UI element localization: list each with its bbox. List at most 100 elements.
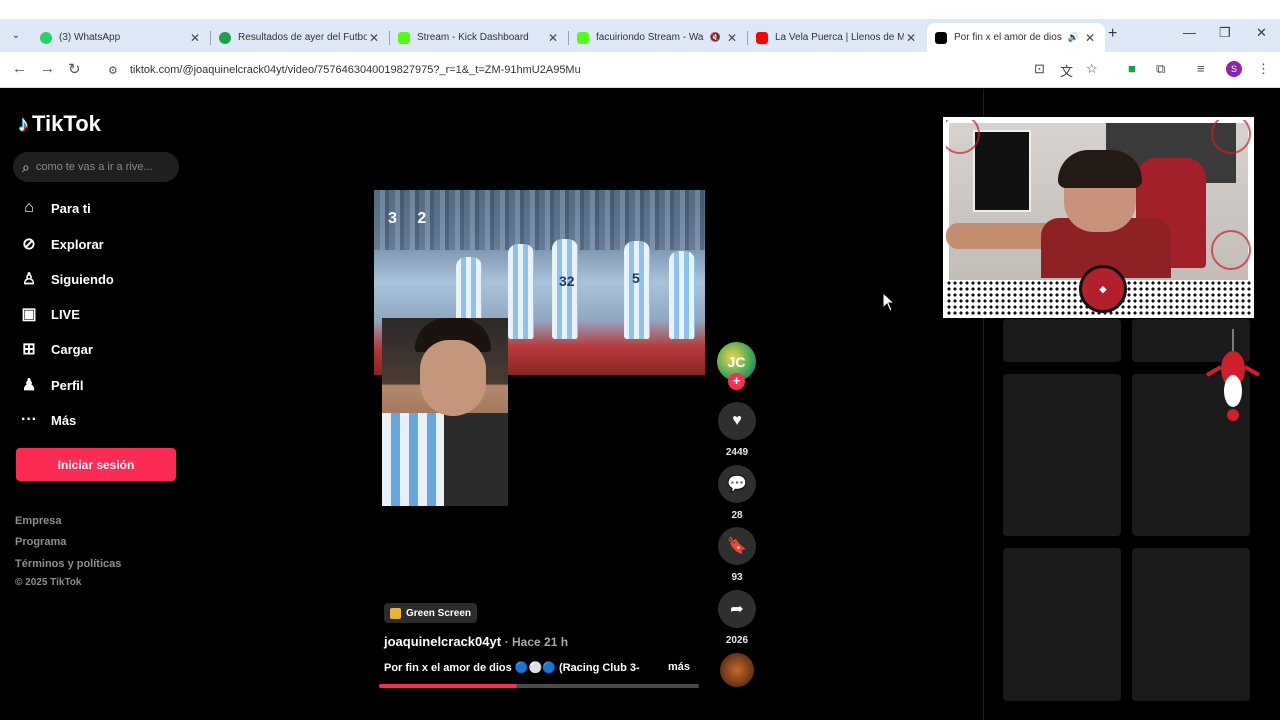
login-button[interactable]: Iniciar sesión <box>16 448 176 481</box>
forward-icon[interactable]: → <box>40 60 55 77</box>
tab-tiktok-active[interactable]: Por fin x el amor de dios 🔊 ✕ <box>927 23 1105 52</box>
tiktok-logo[interactable]: ♪ TikTok <box>18 111 101 137</box>
video-progress-bar[interactable] <box>379 684 699 688</box>
tab-title: Resultados de ayer del Futbol <box>238 32 367 43</box>
speaker-icon[interactable]: 🔊 <box>1068 32 1079 43</box>
address-bar-row: ← → ↻ ⚙ tiktok.com/@joaquinelcrack04yt/v… <box>0 52 1280 88</box>
new-tab-icon[interactable]: + <box>1108 25 1117 43</box>
site-settings-icon[interactable]: ⚙ <box>108 64 118 77</box>
tab-whatsapp[interactable]: (3) WhatsApp ✕ <box>32 23 210 52</box>
effect-badge[interactable]: Green Screen <box>384 603 478 623</box>
share-count: 2026 <box>725 635 749 646</box>
progress-fill <box>379 684 517 688</box>
search-input[interactable] <box>35 161 166 173</box>
close-tab-icon[interactable]: ✕ <box>1083 31 1097 45</box>
sidebar-item-live[interactable]: ▣ LIVE <box>19 302 79 326</box>
sidebar-item-cargar[interactable]: ⊞ Cargar <box>19 337 93 361</box>
player-figure <box>624 241 650 339</box>
grid-card[interactable] <box>1003 319 1121 362</box>
close-tab-icon[interactable]: ✕ <box>188 31 202 45</box>
tab-youtube[interactable]: La Vela Puerca | Llenos de M ✕ <box>748 23 926 52</box>
profile-avatar[interactable]: S <box>1226 61 1242 77</box>
footer-link-empresa[interactable]: Empresa <box>15 515 61 527</box>
tab-search-chevron-icon[interactable]: ⌄ <box>6 27 26 45</box>
tab-bar: ⌄ (3) WhatsApp ✕ Resultados de ayer del … <box>0 19 1280 52</box>
heart-icon[interactable]: ♥ <box>718 402 756 440</box>
sidebar-item-label: Para ti <box>51 200 91 216</box>
grid-card[interactable] <box>1003 548 1121 701</box>
extensions-puzzle-icon[interactable]: ⧉ <box>1156 61 1165 77</box>
minimize-icon[interactable]: — <box>1183 25 1196 40</box>
effect-label: Green Screen <box>406 607 472 619</box>
close-tab-icon[interactable]: ✕ <box>546 31 560 45</box>
spiderman-poster <box>973 130 1031 212</box>
comment-action[interactable]: 💬 28 <box>717 465 757 521</box>
tab-kick-stream[interactable]: facuiriondo Stream - Wa 🔇 ✕ <box>569 23 747 52</box>
score-right: 2 <box>417 210 427 227</box>
translate-icon[interactable]: 文 <box>1060 61 1073 80</box>
home-icon: ⌂ <box>24 199 34 216</box>
footer-link-terminos[interactable]: Términos y políticas <box>15 558 121 570</box>
sidebar-item-perfil[interactable]: ♟ Perfil <box>19 373 84 397</box>
spider-web-icon <box>1211 230 1251 270</box>
upload-icon: ⊞ <box>22 341 36 358</box>
scoreboard: 3 2 <box>388 210 426 228</box>
grid-card[interactable] <box>1003 374 1121 536</box>
following-icon: ♙ <box>21 271 37 288</box>
footer-link-programa[interactable]: Programa <box>15 536 66 548</box>
install-app-icon[interactable]: ⊡ <box>1034 61 1045 77</box>
sound-disc-icon[interactable] <box>720 653 754 687</box>
player-figure <box>669 251 695 339</box>
sidebar-item-para-ti[interactable]: ⌂ Para ti <box>19 196 91 220</box>
author-name[interactable]: joaquinelcrack04yt <box>384 634 501 649</box>
more-icon: ··· <box>21 411 37 428</box>
sidebar-item-explorar[interactable]: ⊘ Explorar <box>19 232 104 256</box>
more-link[interactable]: más <box>668 661 690 673</box>
reload-icon[interactable]: ↻ <box>68 60 81 78</box>
sidebar-item-mas[interactable]: ··· Más <box>19 408 76 432</box>
share-arrow-icon[interactable]: ➦ <box>718 590 756 628</box>
bookmark-icon[interactable]: 🔖 <box>718 527 756 565</box>
tiktok-icon <box>935 31 947 44</box>
close-tab-icon[interactable]: ✕ <box>367 31 381 45</box>
score-left: 3 <box>388 210 397 227</box>
tab-resultados[interactable]: Resultados de ayer del Futbol ✕ <box>211 23 389 52</box>
video-description: Por fin x el amor de dios 🔵⚪🔵 (Racing Cl… <box>384 662 640 674</box>
menu-kebab-icon[interactable]: ⋮ <box>1257 61 1270 77</box>
bookmark-star-icon[interactable]: ☆ <box>1086 61 1098 77</box>
url-field[interactable]: ⚙ tiktok.com/@joaquinelcrack04yt/video/7… <box>96 57 1024 83</box>
tab-title: (3) WhatsApp <box>59 32 121 43</box>
close-tab-icon[interactable]: ✕ <box>904 31 918 45</box>
sidebar-item-label: Perfil <box>51 377 84 393</box>
share-action[interactable]: ➦ 2026 <box>717 590 757 646</box>
close-window-icon[interactable]: ✕ <box>1256 25 1267 41</box>
save-action[interactable]: 🔖 93 <box>717 527 757 583</box>
tab-kick-dashboard[interactable]: Stream - Kick Dashboard ✕ <box>390 23 568 52</box>
close-tab-icon[interactable]: ✕ <box>725 31 739 45</box>
copyright: © 2025 TikTok <box>15 577 82 588</box>
author-line: joaquinelcrack04yt · Hace 21 h <box>384 634 568 649</box>
grid-card[interactable] <box>1132 548 1250 701</box>
shirt-number: 32 <box>559 273 575 289</box>
back-icon[interactable]: ← <box>12 60 27 77</box>
muted-speaker-icon[interactable]: 🔇 <box>710 32 721 43</box>
hanging-spiderman-icon <box>1206 329 1260 421</box>
green-screen-icon <box>390 607 401 619</box>
hair-graphic <box>1058 150 1142 188</box>
comment-count: 28 <box>731 510 743 521</box>
kick-icon <box>577 31 589 44</box>
tiktok-note-icon: ♪ <box>18 111 29 136</box>
follow-plus-icon[interactable]: + <box>728 373 745 390</box>
player-figure <box>508 244 534 339</box>
football-icon <box>219 31 231 44</box>
restore-icon[interactable]: ❐ <box>1219 25 1231 41</box>
media-control-icon[interactable]: ≡ <box>1197 61 1205 76</box>
comment-icon[interactable]: 💬 <box>718 465 756 503</box>
like-action[interactable]: ♥ 2449 <box>717 402 757 458</box>
sidebar-item-siguiendo[interactable]: ♙ Siguiendo <box>19 267 114 291</box>
sidebar-item-label: Explorar <box>51 236 104 252</box>
search-box[interactable]: ⌕ <box>13 152 179 182</box>
extension-green-icon[interactable]: ■ <box>1128 61 1136 76</box>
live-tv-icon: ▣ <box>21 306 37 323</box>
creator-facecam <box>382 318 508 506</box>
